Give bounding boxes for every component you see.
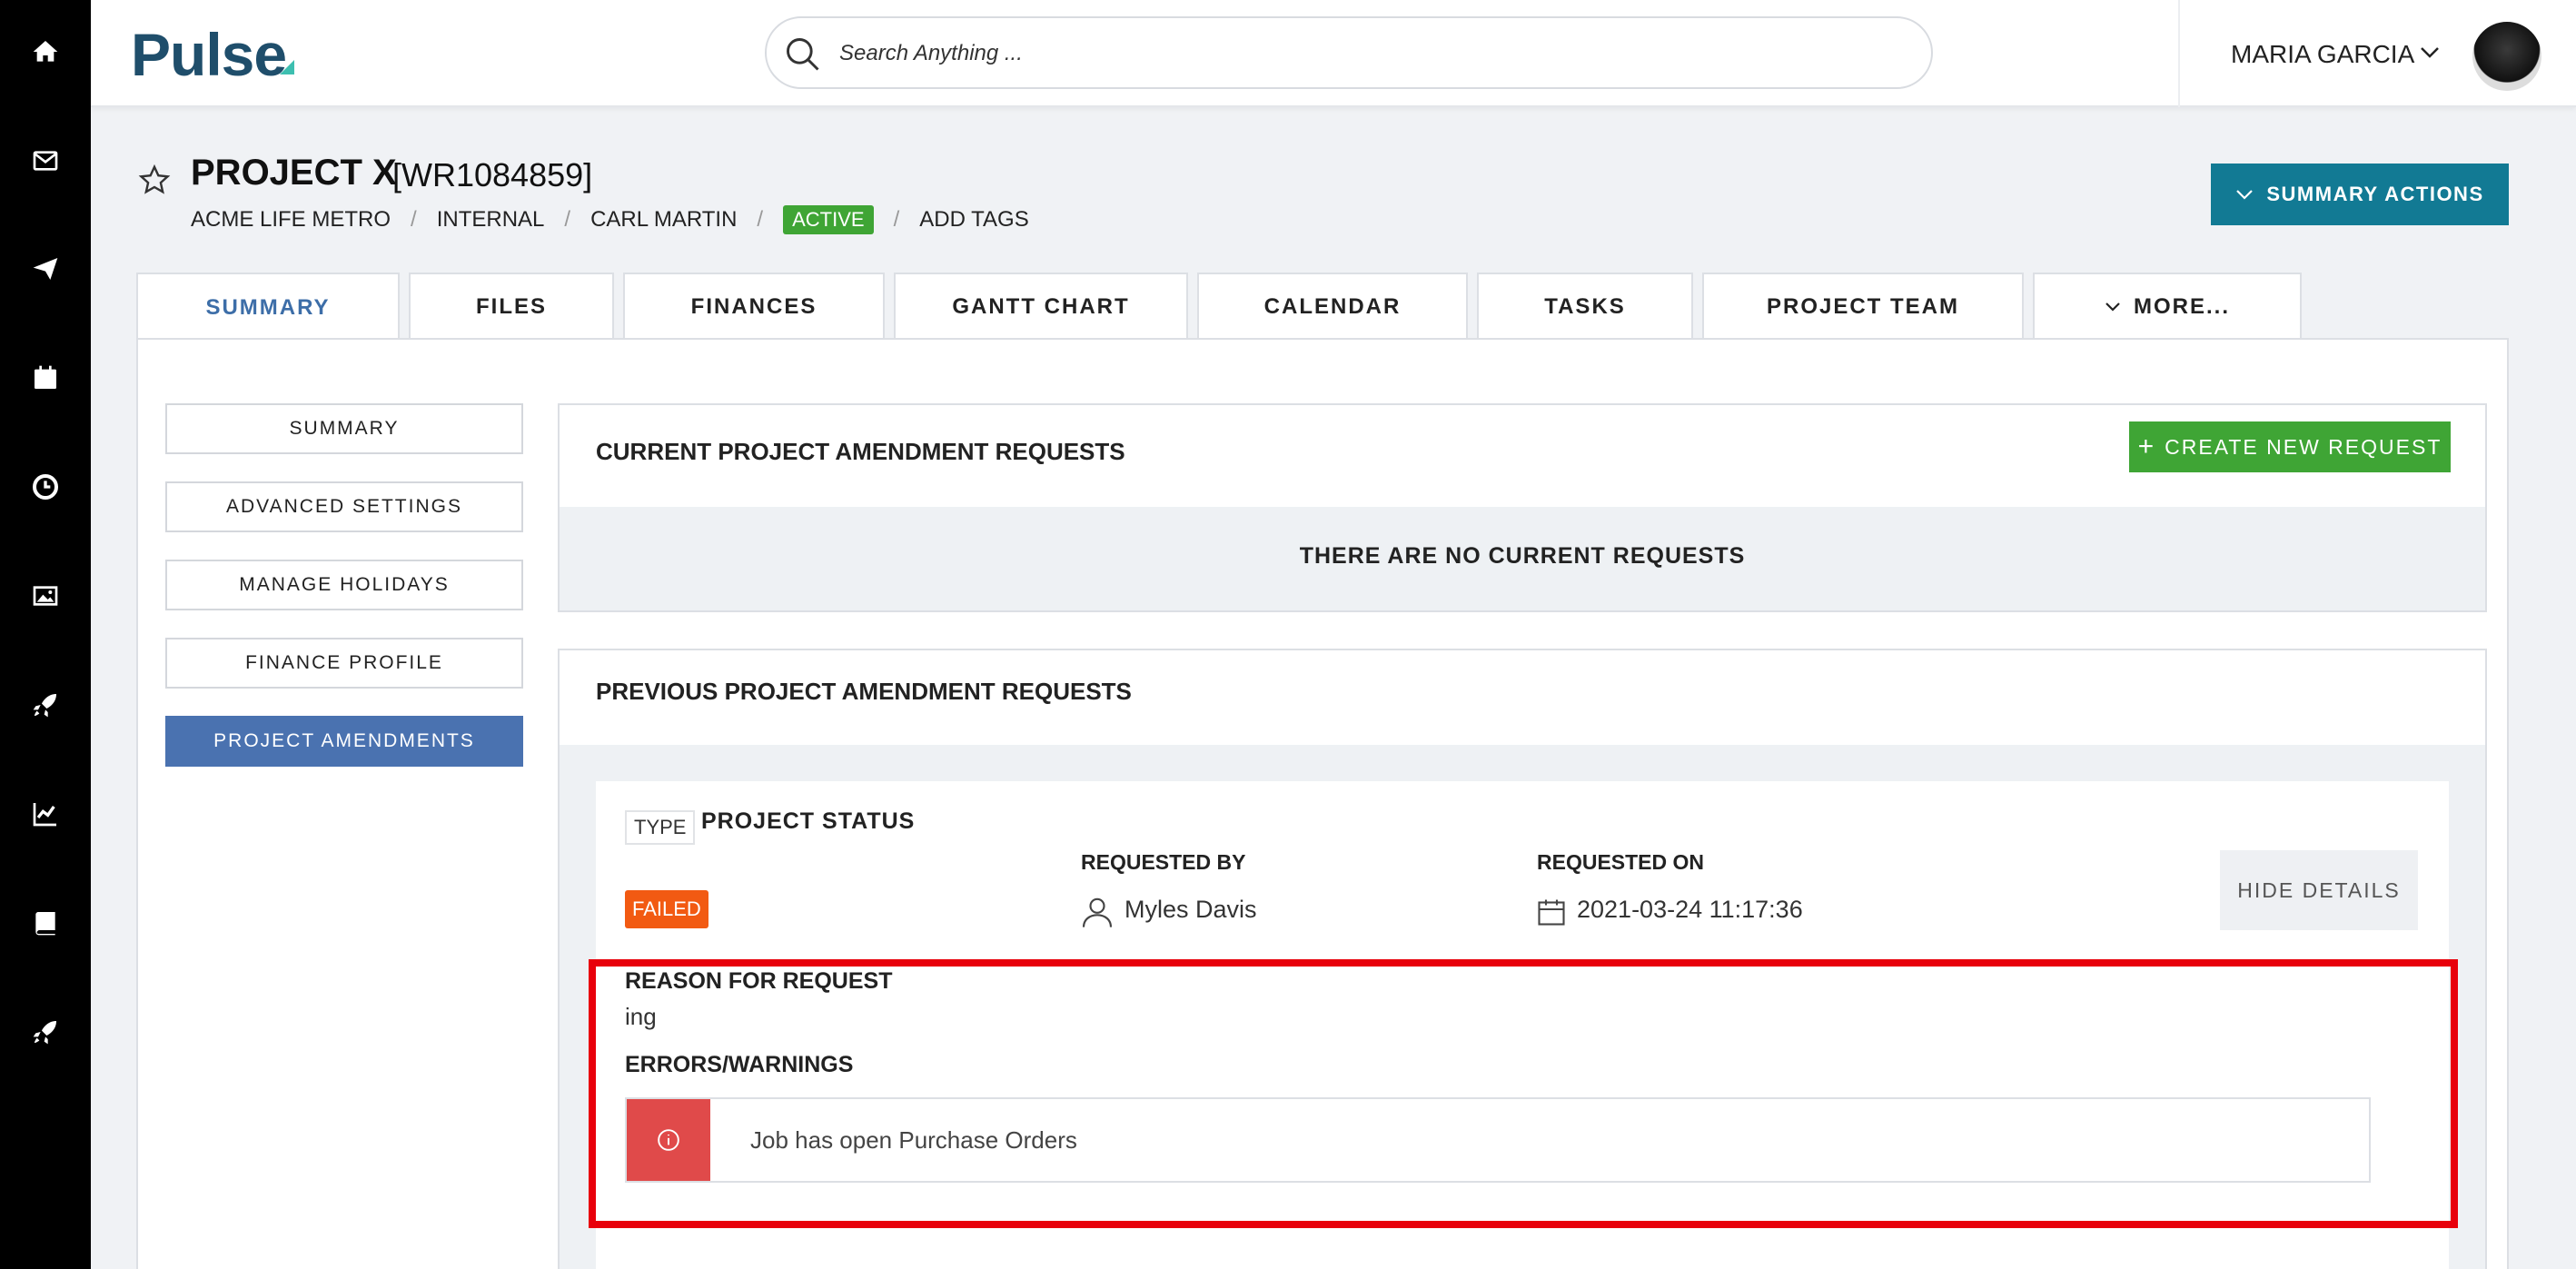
avatar[interactable] (2472, 22, 2541, 91)
requested-by-label: REQUESTED BY (1081, 850, 1246, 874)
rocket-icon[interactable] (20, 679, 71, 730)
project-breadcrumb: ACME LIFE METRO / INTERNAL / CARL MARTIN… (191, 205, 1029, 234)
crumb-separator: / (564, 207, 571, 232)
header-divider (2178, 0, 2180, 107)
image-icon[interactable] (20, 570, 71, 621)
type-label: TYPE (625, 810, 696, 845)
errors-warnings-label: ERRORS/WARNINGS (625, 1052, 854, 1077)
crumb-separator: / (893, 207, 900, 232)
tab-files[interactable]: FILES (409, 273, 614, 340)
home-icon[interactable] (20, 26, 71, 77)
user-icon (1082, 897, 1113, 927)
calendar-icon[interactable] (20, 352, 71, 403)
error-message: Job has open Purchase Orders (625, 1097, 2371, 1183)
status-badge: ACTIVE (783, 205, 874, 234)
card-header: PREVIOUS PROJECT AMENDMENT REQUESTS (560, 650, 2485, 745)
summary-actions-label: SUMMARY ACTIONS (2266, 183, 2484, 205)
reason-label: REASON FOR REQUEST (625, 968, 893, 994)
tab-gantt-chart[interactable]: GANTT CHART (894, 273, 1188, 340)
crumb-separator: / (757, 207, 764, 232)
calendar-icon (1538, 899, 1565, 926)
requested-on-date: 2021-03-24 11:17:36 (1577, 896, 1803, 923)
card-header: CURRENT PROJECT AMENDMENT REQUESTS + CRE… (560, 405, 2485, 507)
tab-calendar[interactable]: CALENDAR (1197, 273, 1468, 340)
side-nav-finance-profile[interactable]: FINANCE PROFILE (165, 638, 523, 689)
chevron-down-icon (2105, 302, 2120, 312)
current-requests-title: CURRENT PROJECT AMENDMENT REQUESTS (596, 438, 1125, 465)
search-input[interactable] (839, 33, 1911, 74)
create-new-request-button[interactable]: + CREATE NEW REQUEST (2129, 421, 2451, 472)
chart-icon[interactable] (20, 788, 71, 839)
side-nav-manage-holidays[interactable]: MANAGE HOLIDAYS (165, 560, 523, 610)
requester-name: Myles Davis (1125, 896, 1257, 923)
previous-requests-title: PREVIOUS PROJECT AMENDMENT REQUESTS (596, 678, 1132, 705)
requested-on-label: REQUESTED ON (1537, 850, 1705, 874)
request-type: PROJECT STATUS (701, 808, 916, 834)
star-icon[interactable] (138, 164, 171, 196)
empty-state-text: THERE ARE NO CURRENT REQUESTS (1299, 543, 1746, 569)
previous-requests-card: PREVIOUS PROJECT AMENDMENT REQUESTS TYPE… (558, 649, 2487, 1269)
crumb-manager[interactable]: CARL MARTIN (590, 207, 737, 233)
create-new-request-label: CREATE NEW REQUEST (2165, 434, 2442, 459)
chevron-down-icon[interactable] (2420, 45, 2440, 60)
side-nav-summary[interactable]: SUMMARY (165, 403, 523, 454)
clock-icon[interactable] (20, 461, 71, 512)
logo[interactable]: Pulse (131, 20, 287, 89)
crumb-client[interactable]: ACME LIFE METRO (191, 207, 391, 233)
tab-more-label: MORE... (2133, 294, 2230, 319)
tab-summary[interactable]: SUMMARY (136, 273, 400, 342)
plus-icon: + (2137, 431, 2156, 461)
tab-more[interactable]: MORE... (2033, 273, 2302, 340)
reason-text: ing (625, 1003, 657, 1030)
tab-finances[interactable]: FINANCES (623, 273, 885, 340)
user-menu[interactable]: MARIA GARCIA (2231, 40, 2414, 69)
summary-actions-button[interactable]: SUMMARY ACTIONS (2211, 164, 2509, 225)
request-status-badge: FAILED (625, 890, 708, 928)
icon-rail (0, 0, 91, 1269)
book-icon[interactable] (20, 897, 71, 948)
rocket-icon[interactable] (20, 1006, 71, 1057)
side-nav-advanced-settings[interactable]: ADVANCED SETTINGS (165, 481, 523, 532)
project-code: [WR1084859] (392, 156, 593, 193)
project-title: PROJECT X (191, 153, 397, 193)
side-nav-project-amendments[interactable]: PROJECT AMENDMENTS (165, 716, 523, 767)
mail-icon[interactable] (20, 135, 71, 186)
error-icon-box (627, 1099, 710, 1181)
tab-tasks[interactable]: TASKS (1477, 273, 1693, 340)
search-box[interactable] (765, 16, 1933, 89)
info-icon (658, 1129, 679, 1151)
current-requests-card: CURRENT PROJECT AMENDMENT REQUESTS + CRE… (558, 403, 2487, 612)
hide-details-button[interactable]: HIDE DETAILS (2220, 850, 2418, 930)
amendment-request-item: TYPE PROJECT STATUS FAILED REQUESTED BY … (596, 781, 2449, 1269)
chevron-down-icon (2236, 190, 2254, 200)
error-text: Job has open Purchase Orders (750, 1126, 1077, 1154)
send-icon[interactable] (20, 243, 71, 294)
add-tags-link[interactable]: ADD TAGS (919, 207, 1028, 233)
top-bar: Pulse MARIA GARCIA (91, 0, 2576, 107)
crumb-separator: / (411, 207, 417, 232)
crumb-type[interactable]: INTERNAL (437, 207, 545, 233)
search-icon (787, 38, 819, 71)
tab-project-team[interactable]: PROJECT TEAM (1702, 273, 2024, 340)
